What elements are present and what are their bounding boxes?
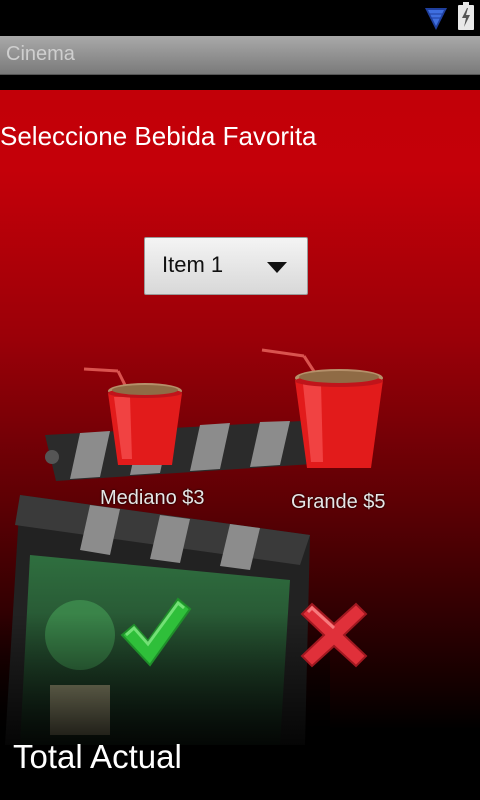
- total-label: Total Actual: [13, 738, 182, 775]
- status-bar: [0, 0, 480, 36]
- app-title: Cinema: [6, 43, 75, 65]
- battery-charging-icon: [458, 2, 474, 30]
- dropdown-selected-value: Item 1: [162, 252, 224, 277]
- cross-icon[interactable]: [298, 600, 370, 670]
- app-title-bar: Cinema: [0, 36, 480, 75]
- large-drink-cup-icon[interactable]: [259, 346, 385, 472]
- dropdown-arrow-icon: [267, 262, 287, 273]
- medium-drink-cup-icon[interactable]: [80, 363, 184, 467]
- status-icons: [424, 2, 474, 32]
- checkmark-icon[interactable]: [118, 595, 192, 667]
- medium-drink-label: Mediano $3: [100, 487, 205, 509]
- large-drink-label: Grande $5: [291, 491, 386, 513]
- drink-dropdown[interactable]: Item 1: [144, 237, 308, 295]
- signal-icon: [425, 8, 447, 30]
- selection-prompt: Seleccione Bebida Favorita: [0, 121, 317, 151]
- drink-selection-screen: Seleccione Bebida Favorita Item 1 Median…: [0, 90, 480, 800]
